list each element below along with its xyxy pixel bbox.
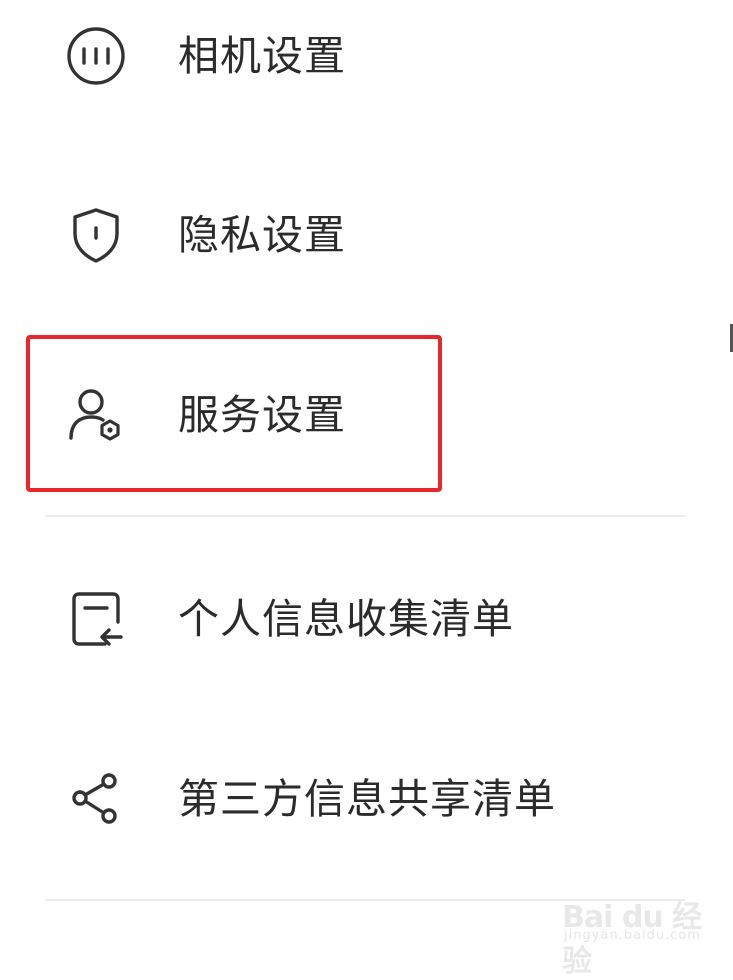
menu-item-personal-info-list[interactable]: 个人信息收集清单 [0,549,733,689]
document-return-icon [62,585,130,653]
camera-settings-icon [62,22,130,90]
share-icon [62,765,130,833]
divider [45,515,685,517]
baidu-jingyan-watermark: Bai du 经验 jingyan.baidu.com [562,878,722,979]
menu-item-camera-settings[interactable]: 相机设置 [0,0,733,126]
watermark-url: jingyan.baidu.com [564,928,701,943]
menu-item-label: 隐私设置 [178,210,346,259]
menu-item-third-party-sharing-list[interactable]: 第三方信息共享清单 [0,729,733,869]
menu-item-label: 第三方信息共享清单 [178,774,556,823]
menu-item-privacy-settings[interactable]: 隐私设置 [0,165,733,305]
menu-item-label: 相机设置 [178,31,346,80]
highlight-box [26,335,442,492]
menu-item-label: 个人信息收集清单 [178,594,514,643]
shield-icon [62,201,130,269]
